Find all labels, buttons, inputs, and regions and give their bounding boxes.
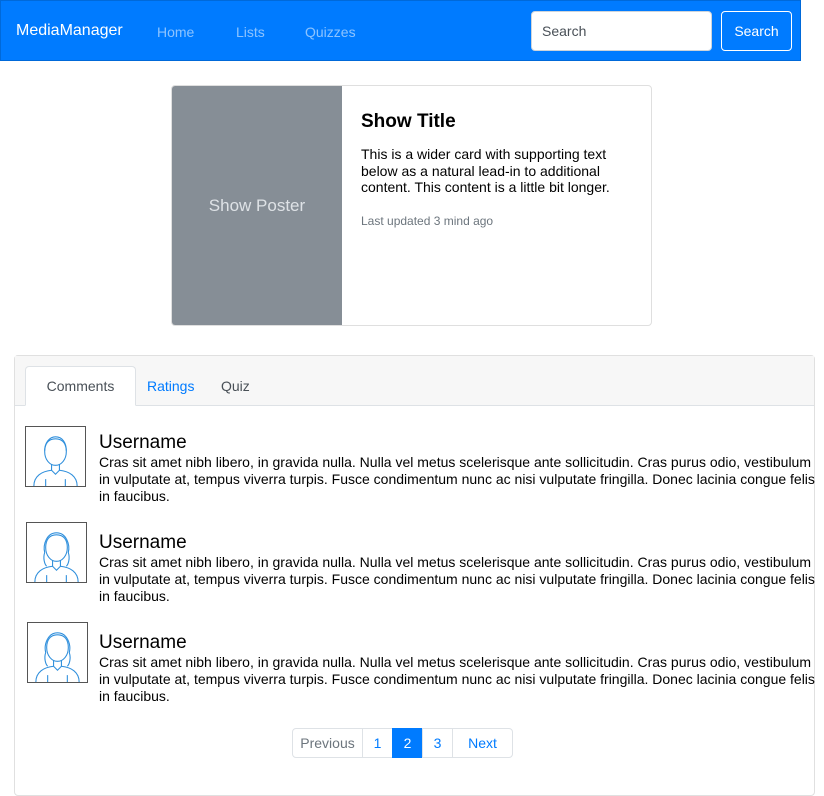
comment-username[interactable]: Username: [99, 432, 187, 454]
nav-quizzes-link[interactable]: Quizzes: [305, 23, 356, 41]
pagination-next[interactable]: Next: [452, 728, 513, 758]
comment-username[interactable]: Username: [99, 632, 187, 654]
pagination: Previous 1 2 3 Next: [292, 728, 513, 758]
tab-quiz[interactable]: Quiz: [221, 378, 250, 394]
pagination-page-1[interactable]: 1: [362, 728, 393, 758]
show-description: This is a wider card with supporting tex…: [361, 146, 610, 195]
comment-username[interactable]: Username: [99, 532, 187, 554]
pagination-page-2[interactable]: 2: [392, 728, 423, 758]
nav-lists-link[interactable]: Lists: [236, 23, 265, 41]
show-poster: Show Poster: [172, 86, 342, 325]
comment-text: Cras sit amet nibh libero, in gravida nu…: [99, 654, 815, 704]
comment-item: Username Cras sit amet nibh libero, in g…: [15, 622, 816, 712]
search-button[interactable]: Search: [721, 11, 792, 51]
tab-ratings[interactable]: Ratings: [147, 378, 194, 394]
card-body: Show Title This is a wider card with sup…: [361, 110, 631, 228]
user-avatar-icon: [26, 522, 87, 583]
comment-text: Cras sit amet nibh libero, in gravida nu…: [99, 554, 815, 604]
nav-home-link[interactable]: Home: [157, 23, 194, 41]
show-poster-label: Show Poster: [208, 195, 306, 215]
show-title: Show Title: [361, 111, 456, 132]
comment-item: Username Cras sit amet nibh libero, in g…: [15, 426, 816, 512]
pagination-page-3[interactable]: 3: [422, 728, 453, 758]
tab-comments[interactable]: Comments: [25, 366, 136, 406]
search-input[interactable]: [531, 11, 712, 51]
tab-bar: Comments Ratings Quiz: [15, 356, 814, 406]
comment-item: Username Cras sit amet nibh libero, in g…: [15, 522, 816, 612]
navbar: MediaManager Home Lists Quizzes Search: [0, 0, 801, 61]
user-avatar-icon: [25, 426, 86, 487]
user-avatar-icon: [27, 622, 88, 683]
comment-text: Cras sit amet nibh libero, in gravida nu…: [99, 454, 815, 504]
brand-logo[interactable]: MediaManager: [16, 21, 123, 41]
last-updated-text: Last updated 3 mind ago: [361, 213, 494, 228]
show-card: Show Poster Show Title This is a wider c…: [171, 85, 652, 326]
tab-panel: Comments Ratings Quiz Username Cras sit …: [14, 355, 815, 796]
pagination-previous[interactable]: Previous: [292, 728, 363, 758]
